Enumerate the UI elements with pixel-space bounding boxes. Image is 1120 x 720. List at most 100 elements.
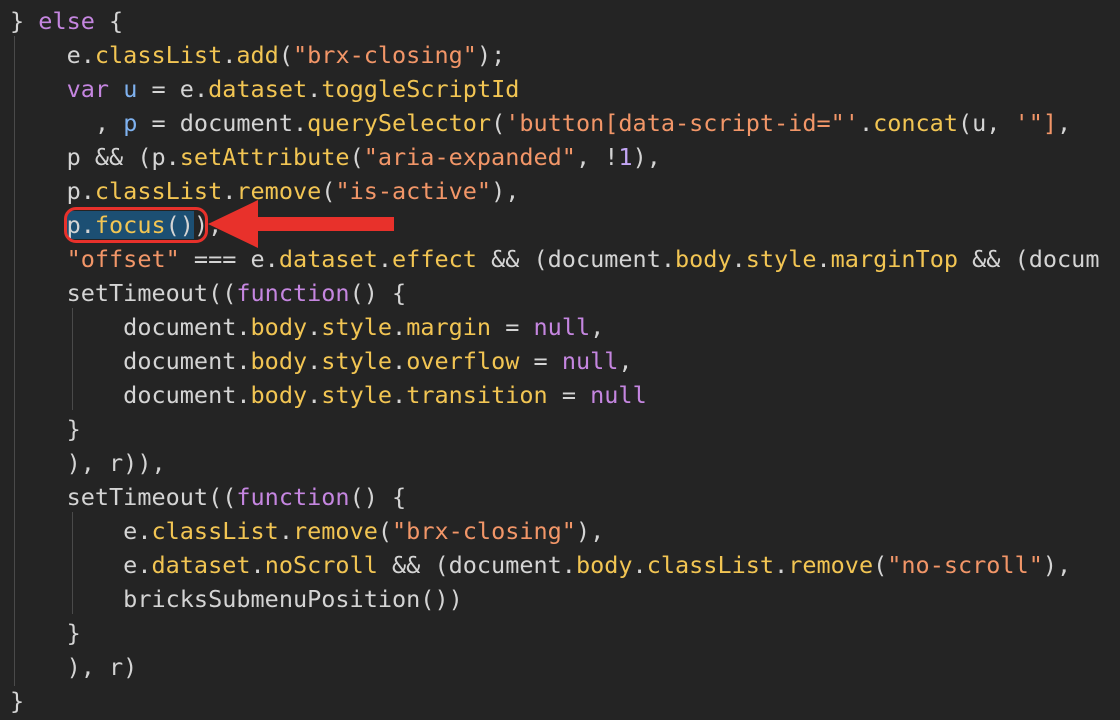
- code-token: body: [250, 347, 308, 375]
- code-token: }: [10, 7, 39, 35]
- code-line[interactable]: ), r): [10, 650, 138, 684]
- code-token: .: [392, 313, 407, 341]
- code-token: e.: [10, 551, 152, 579]
- code-line[interactable]: setTimeout((function() {: [10, 276, 407, 310]
- red-arrow-annotation: [208, 200, 394, 248]
- code-token: add: [236, 41, 279, 69]
- code-token: querySelector: [307, 109, 492, 137]
- code-line[interactable]: bricksSubmenuPosition()): [10, 582, 463, 616]
- code-token: remove: [788, 551, 874, 579]
- code-token: .: [392, 347, 407, 375]
- code-token: .: [731, 245, 746, 273]
- code-token: (u,: [957, 109, 1015, 137]
- code-token: document.: [10, 347, 251, 375]
- code-editor[interactable]: } else { e.classList.add("brx-closing");…: [0, 0, 1120, 720]
- code-token: function: [236, 483, 350, 511]
- code-token: }: [10, 619, 81, 647]
- code-token: 'button[data-script-id="': [505, 109, 859, 137]
- code-line[interactable]: } else {: [10, 4, 123, 38]
- code-line[interactable]: e.classList.remove("brx-closing"),: [10, 514, 604, 548]
- code-line[interactable]: ), r)),: [10, 446, 166, 480]
- code-token: marginTop: [830, 245, 958, 273]
- code-line[interactable]: }: [10, 684, 24, 718]
- code-token: ), r): [10, 653, 138, 681]
- code-token: (: [491, 109, 506, 137]
- code-line[interactable]: "offset" === e.dataset.effect && (docume…: [10, 242, 1100, 276]
- code-token: );: [476, 41, 506, 69]
- code-line[interactable]: document.body.style.overflow = null,: [10, 344, 633, 378]
- code-token: "brx-closing": [392, 517, 576, 545]
- code-line[interactable]: e.dataset.noScroll && (document.body.cla…: [10, 548, 1071, 582]
- code-token: ,: [10, 109, 124, 137]
- code-token: && (document.: [377, 551, 576, 579]
- code-token: style: [745, 245, 817, 273]
- code-token: .: [307, 347, 322, 375]
- code-token: "no-scroll": [887, 551, 1043, 579]
- code-token: null: [561, 347, 619, 375]
- code-token: overflow: [406, 347, 520, 375]
- code-token: body: [675, 245, 732, 273]
- code-token: {: [94, 7, 124, 35]
- code-token: (: [278, 41, 293, 69]
- code-token: ),: [491, 177, 520, 205]
- code-token: && (docum: [958, 245, 1100, 273]
- code-token: () {: [349, 279, 407, 307]
- code-token: dataset: [151, 551, 251, 579]
- code-token: (: [349, 143, 364, 171]
- code-token: .: [222, 41, 237, 69]
- code-token: "aria-expanded": [363, 143, 576, 171]
- code-token: toggleScriptId: [321, 75, 520, 103]
- code-token: && (document.: [476, 245, 675, 273]
- code-token: p && (p.: [10, 143, 180, 171]
- code-token: concat: [873, 109, 958, 137]
- code-token: style: [321, 381, 393, 409]
- code-token: ,: [618, 347, 633, 375]
- code-token: p: [123, 109, 138, 137]
- code-token: .: [307, 313, 322, 341]
- code-token: body: [250, 381, 308, 409]
- code-token: =: [491, 313, 534, 341]
- code-token: null: [533, 313, 591, 341]
- code-token: ), r)),: [10, 449, 166, 477]
- code-token: p.: [10, 177, 95, 205]
- code-token: .: [278, 517, 293, 545]
- code-line[interactable]: var u = e.dataset.toggleScriptId: [10, 72, 520, 106]
- code-token: ),: [632, 143, 661, 171]
- code-token: dataset: [208, 75, 308, 103]
- code-token: ),: [575, 517, 605, 545]
- code-token: transition: [406, 381, 548, 409]
- code-line[interactable]: e.classList.add("brx-closing");: [10, 38, 506, 72]
- code-token: setAttribute: [179, 143, 350, 171]
- code-token: bricksSubmenuPosition()): [10, 585, 463, 613]
- code-token: function: [236, 279, 350, 307]
- code-token: classList: [646, 551, 775, 579]
- code-line[interactable]: setTimeout((function() {: [10, 480, 407, 514]
- code-line[interactable]: }: [10, 616, 81, 650]
- code-line[interactable]: p && (p.setAttribute("aria-expanded", !1…: [10, 140, 661, 174]
- code-token: u: [123, 75, 138, 103]
- code-token: setTimeout((: [10, 279, 237, 307]
- code-token: "brx-closing": [293, 41, 477, 69]
- code-token: classList: [94, 177, 223, 205]
- code-token: .: [816, 245, 831, 273]
- code-token: e.: [10, 41, 95, 69]
- code-token: classList: [94, 41, 223, 69]
- code-line[interactable]: document.body.style.margin = null,: [10, 310, 604, 344]
- code-token: = e.: [137, 75, 209, 103]
- code-token: remove: [292, 517, 378, 545]
- code-line[interactable]: , p = document.querySelector('button[dat…: [10, 106, 1071, 140]
- code-token: noScroll: [264, 551, 378, 579]
- code-token: (: [873, 551, 888, 579]
- code-line[interactable]: document.body.style.transition = null: [10, 378, 647, 412]
- code-token: effect: [392, 245, 477, 273]
- code-token: '"]: [1014, 109, 1058, 137]
- code-line[interactable]: }: [10, 412, 81, 446]
- code-token: =: [547, 381, 591, 409]
- code-token: .: [250, 551, 265, 579]
- code-token: .: [392, 381, 407, 409]
- code-token: body: [575, 551, 633, 579]
